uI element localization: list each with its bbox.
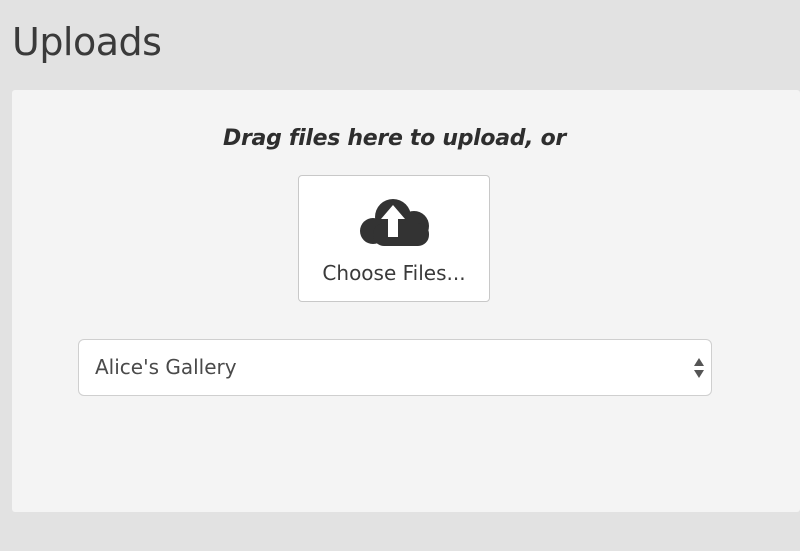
choose-files-button[interactable]: Choose Files... (298, 175, 490, 302)
gallery-select-value: Alice's Gallery (95, 355, 237, 379)
select-updown-arrows-icon (693, 356, 705, 380)
page-title: Uploads (12, 20, 162, 64)
gallery-select[interactable]: Alice's Gallery (78, 339, 712, 396)
drag-instructions: Drag files here to upload, or (223, 126, 566, 151)
choose-files-label: Choose Files... (322, 261, 466, 285)
cloud-upload-icon (357, 193, 433, 249)
upload-dropzone[interactable]: Drag files here to upload, or Choose Fil… (12, 90, 800, 512)
